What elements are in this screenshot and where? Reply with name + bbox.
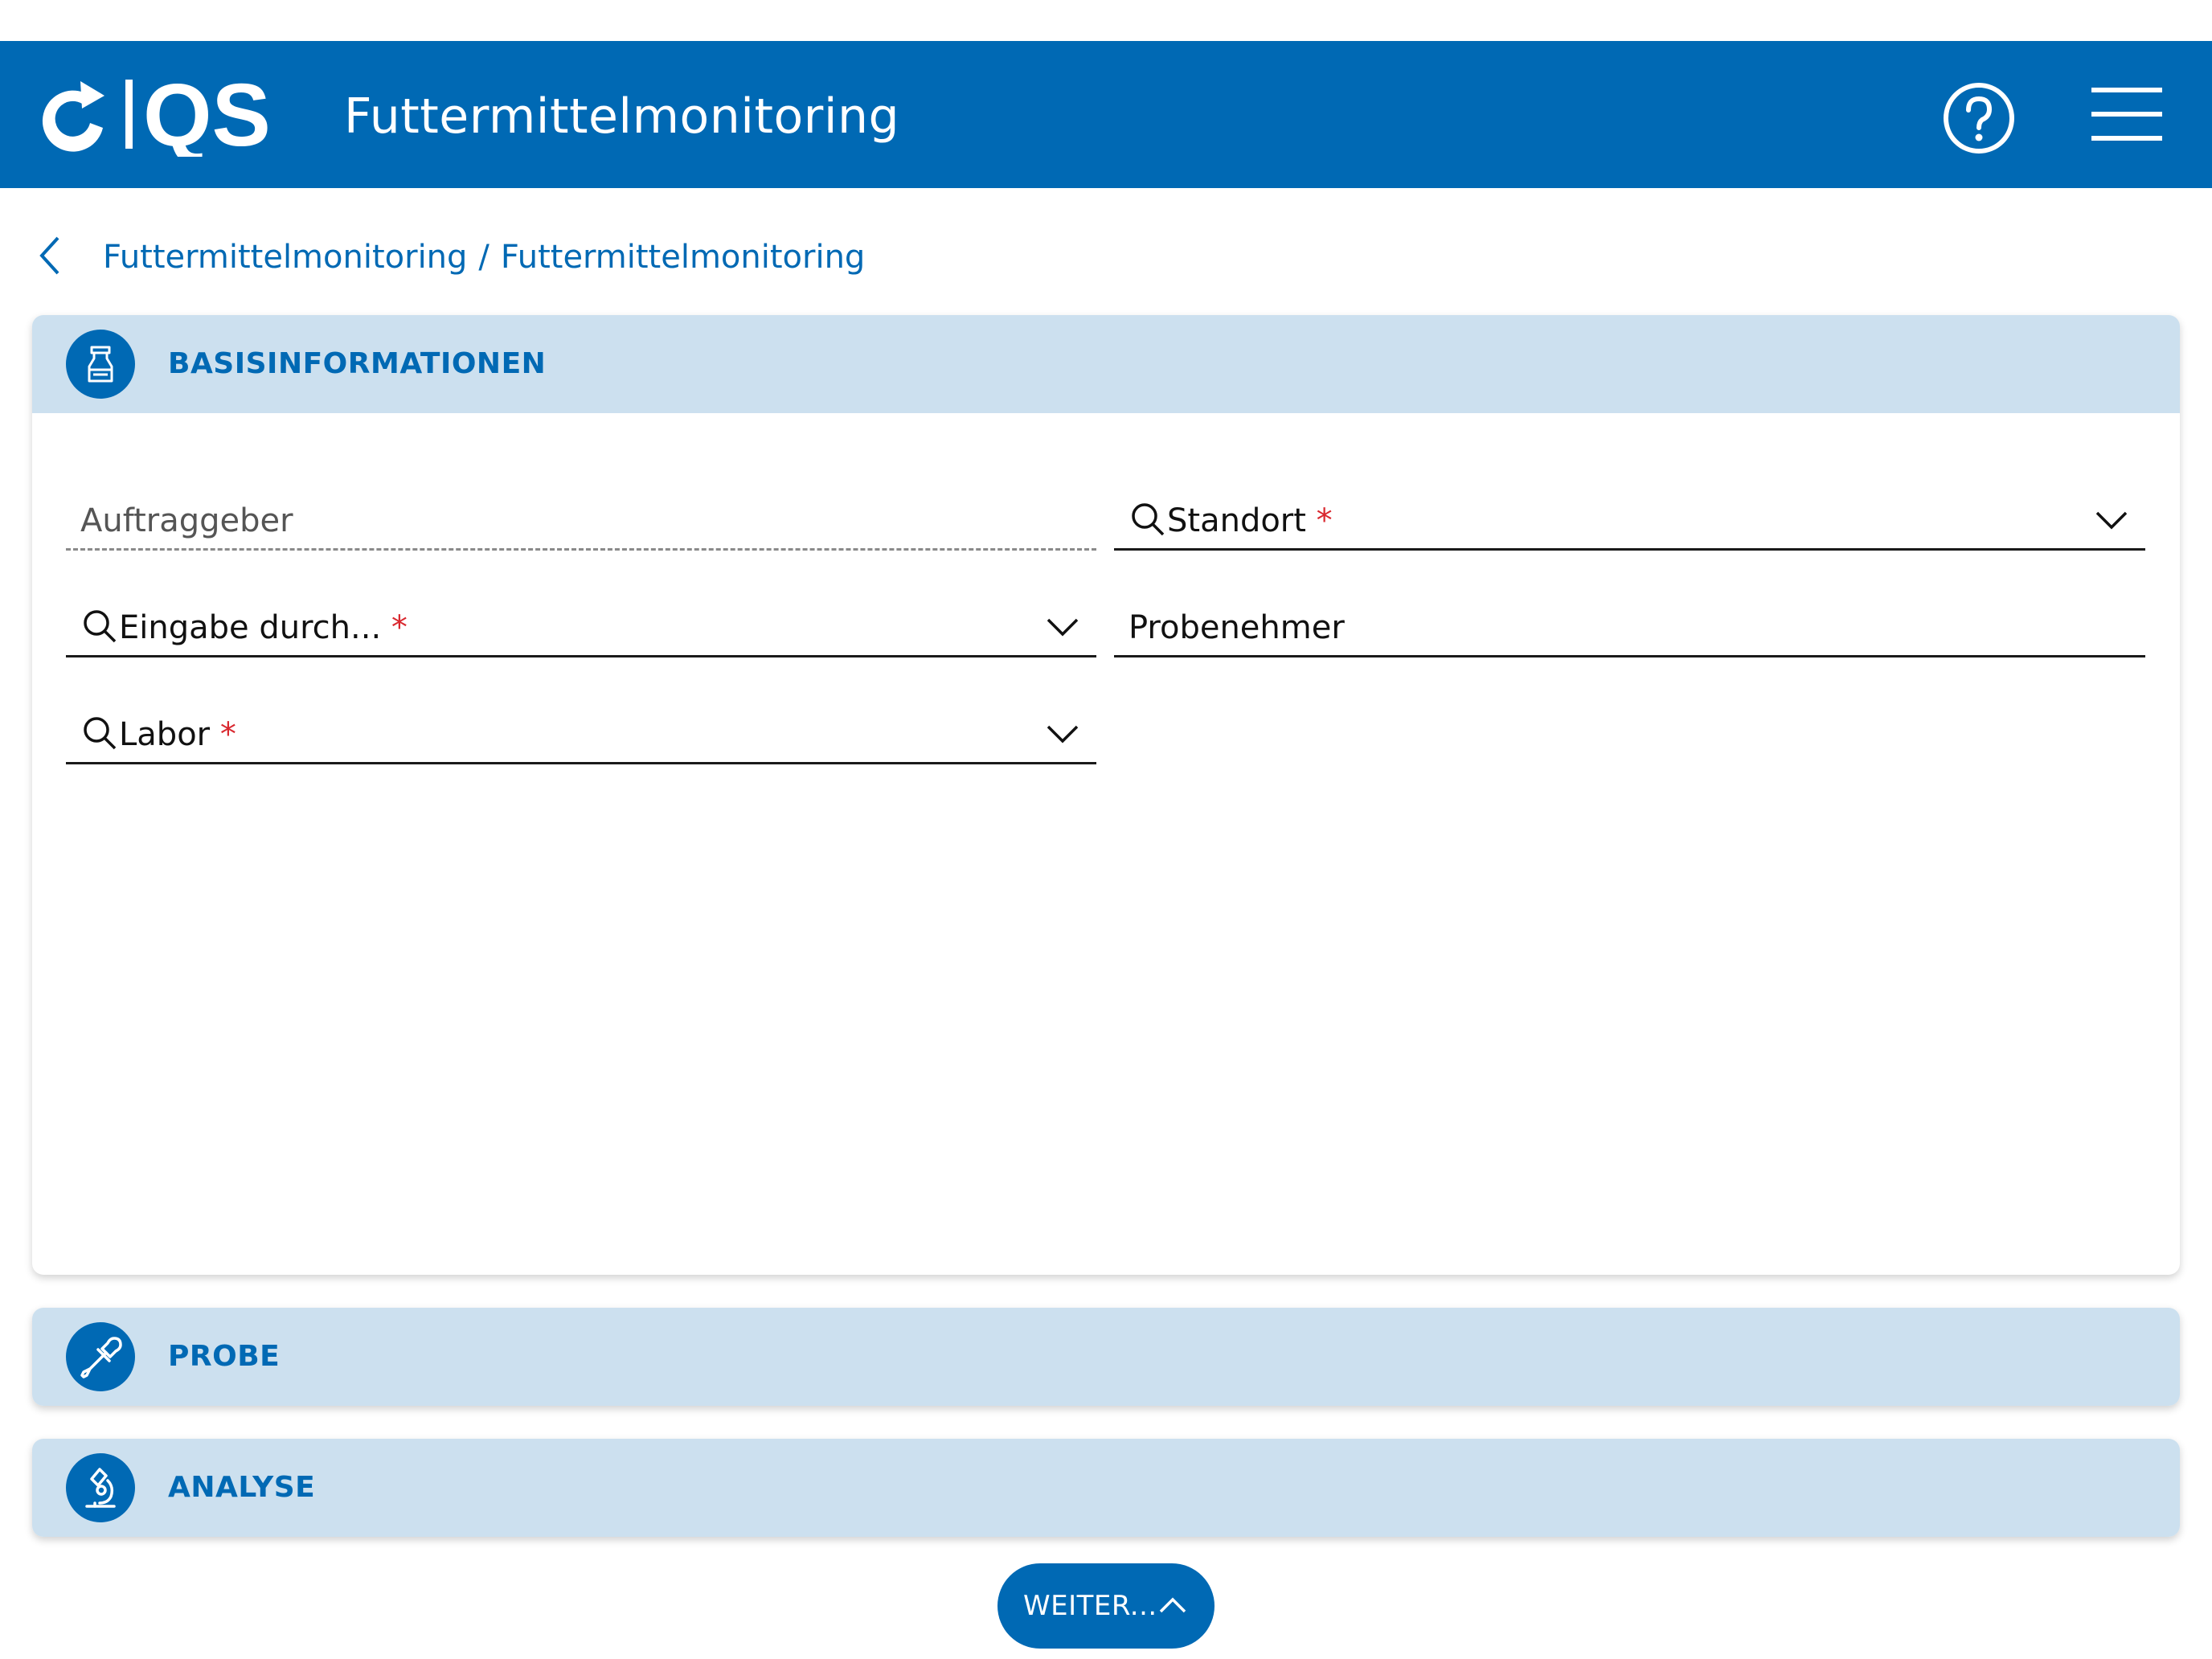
weiter-button[interactable]: WEITER... bbox=[997, 1563, 1215, 1649]
section-title: BASISINFORMATIONEN bbox=[168, 347, 547, 380]
feed-sample-icon bbox=[66, 330, 135, 399]
standort-label: Standort * bbox=[1167, 498, 1333, 543]
auftraggeber-field[interactable]: Auftraggeber bbox=[66, 484, 1096, 551]
eingabe-durch-select[interactable]: Eingabe durch... * bbox=[66, 591, 1096, 657]
standort-select[interactable]: Standort * bbox=[1114, 484, 2145, 551]
probenehmer-label: Probenehmer bbox=[1129, 609, 1345, 646]
help-icon[interactable] bbox=[1942, 81, 2016, 155]
section-probe: PROBE bbox=[32, 1308, 2180, 1406]
required-marker: * bbox=[219, 716, 236, 753]
section-header-basisinformationen[interactable]: BASISINFORMATIONEN bbox=[32, 315, 2180, 413]
chevron-up-icon bbox=[1159, 1597, 1186, 1613]
search-icon bbox=[84, 610, 117, 643]
chevron-left-icon[interactable] bbox=[35, 233, 64, 278]
auftraggeber-label: Auftraggeber bbox=[80, 502, 293, 539]
probenehmer-field[interactable]: Probenehmer bbox=[1114, 591, 2145, 657]
app-header: QS Futtermittelmonitoring bbox=[0, 41, 2212, 188]
chevron-down-icon bbox=[1047, 618, 1079, 637]
logo-text: QS bbox=[143, 72, 271, 157]
microscope-icon bbox=[66, 1453, 135, 1522]
standort-label-text: Standort bbox=[1167, 502, 1306, 539]
hamburger-menu-icon[interactable] bbox=[2090, 81, 2164, 147]
section-title: PROBE bbox=[168, 1340, 281, 1373]
eingabe-durch-label: Eingabe durch... * bbox=[119, 605, 408, 650]
section-basisinformationen: BASISINFORMATIONEN Auftraggeber Standort… bbox=[32, 315, 2180, 1275]
app-title: Futtermittelmonitoring bbox=[344, 88, 900, 145]
search-icon bbox=[1132, 503, 1165, 536]
required-marker: * bbox=[1316, 502, 1333, 539]
required-marker: * bbox=[391, 609, 408, 646]
section-analyse: ANALYSE bbox=[32, 1439, 2180, 1537]
chevron-down-icon bbox=[1047, 725, 1079, 743]
qs-logo: QS bbox=[42, 72, 271, 157]
chevron-down-icon bbox=[2095, 511, 2128, 530]
search-icon bbox=[84, 717, 117, 750]
breadcrumb-item-parent[interactable]: Futtermittelmonitoring bbox=[103, 239, 467, 276]
labor-select[interactable]: Labor * bbox=[66, 698, 1096, 764]
eingabe-durch-label-text: Eingabe durch... bbox=[119, 609, 382, 646]
section-title: ANALYSE bbox=[168, 1471, 316, 1504]
section-header-analyse[interactable]: ANALYSE bbox=[32, 1439, 2180, 1537]
breadcrumb: Futtermittelmonitoring / Futtermittelmonit… bbox=[103, 233, 865, 281]
pipette-icon bbox=[66, 1322, 135, 1391]
labor-label: Labor * bbox=[119, 712, 236, 757]
weiter-button-label: WEITER... bbox=[1023, 1590, 1157, 1622]
labor-label-text: Labor bbox=[119, 716, 211, 753]
section-header-probe[interactable]: PROBE bbox=[32, 1308, 2180, 1406]
breadcrumb-item-current[interactable]: Futtermittelmonitoring bbox=[501, 239, 865, 276]
breadcrumb-separator: / bbox=[478, 239, 490, 276]
